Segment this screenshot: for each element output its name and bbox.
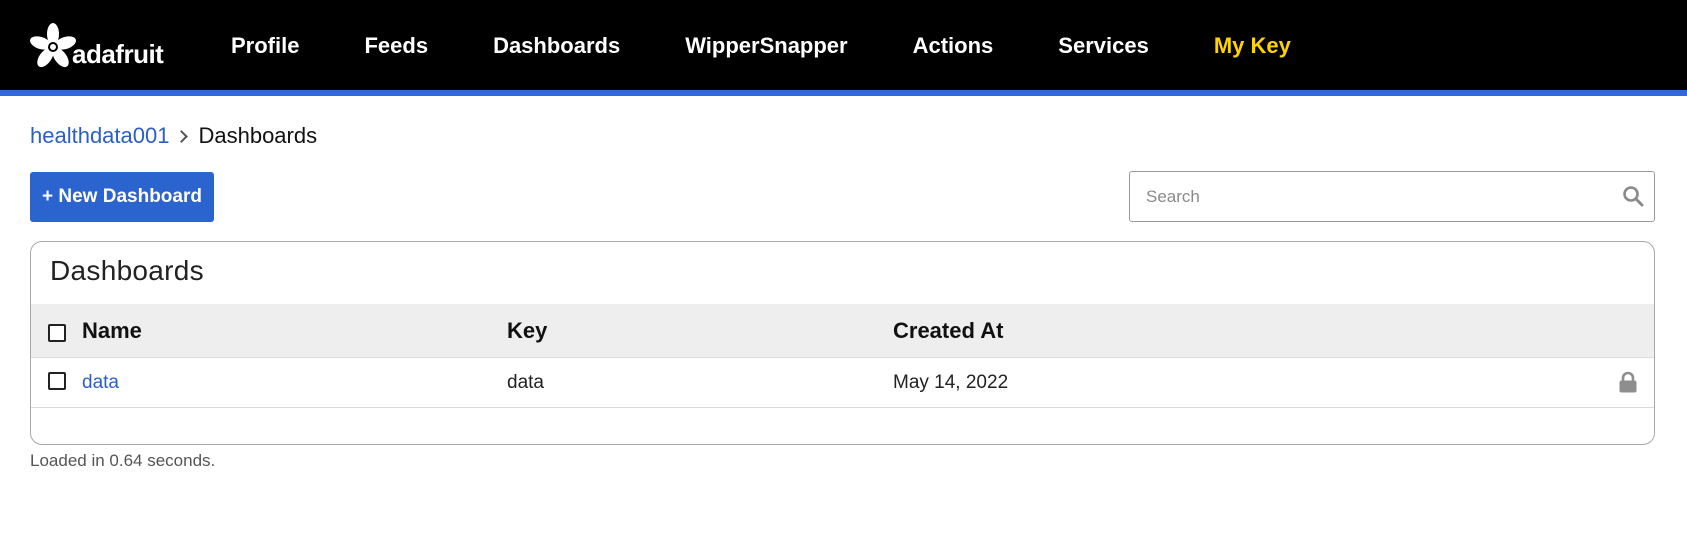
table-header: Name Key Created At (31, 304, 1654, 358)
new-dashboard-button[interactable]: + New Dashboard (30, 172, 214, 222)
column-header-created-at[interactable]: Created At (893, 304, 1003, 357)
row-key-cell: data (507, 371, 544, 393)
breadcrumb-user-link[interactable]: healthdata001 (30, 123, 169, 149)
breadcrumb-current: Dashboards (198, 123, 318, 148)
column-header-key[interactable]: Key (507, 304, 547, 357)
row-checkbox[interactable] (48, 372, 66, 390)
search-input[interactable] (1130, 172, 1610, 221)
adafruit-logo[interactable]: adafruit (28, 22, 164, 72)
select-all-checkbox[interactable] (48, 324, 66, 342)
row-created-cell: May 14, 2022 (893, 371, 1009, 393)
dashboards-panel: Dashboards Name Key Created At data data… (30, 241, 1655, 445)
nav-feeds[interactable]: Feeds (364, 31, 428, 59)
nav-dashboards[interactable]: Dashboards (493, 31, 620, 59)
row-name-cell: data (82, 358, 119, 407)
chevron-right-icon (175, 129, 189, 143)
search-box (1129, 171, 1655, 222)
nav-my-key[interactable]: My Key (1214, 31, 1291, 59)
load-time-note: Loaded in 0.64 seconds. (30, 451, 216, 470)
brand-wordmark: adafruit (72, 38, 164, 69)
table-row: data data May 14, 2022 (31, 358, 1654, 408)
adafruit-flower-icon (30, 23, 76, 68)
lock-icon[interactable] (1618, 371, 1638, 393)
top-navbar: adafruit Profile Feeds Dashboards Wipper… (0, 0, 1687, 96)
dashboard-name-link[interactable]: data (82, 372, 119, 394)
column-header-name[interactable]: Name (82, 304, 142, 357)
nav-wippersnapper[interactable]: WipperSnapper (685, 31, 847, 59)
main-nav: Profile Feeds Dashboards WipperSnapper A… (231, 0, 1356, 90)
search-icon[interactable] (1622, 185, 1644, 207)
nav-services[interactable]: Services (1058, 31, 1149, 59)
panel-title: Dashboards (50, 255, 204, 286)
breadcrumb: healthdata001 Dashboards (30, 123, 317, 149)
nav-actions[interactable]: Actions (913, 31, 994, 59)
nav-profile[interactable]: Profile (231, 31, 299, 59)
